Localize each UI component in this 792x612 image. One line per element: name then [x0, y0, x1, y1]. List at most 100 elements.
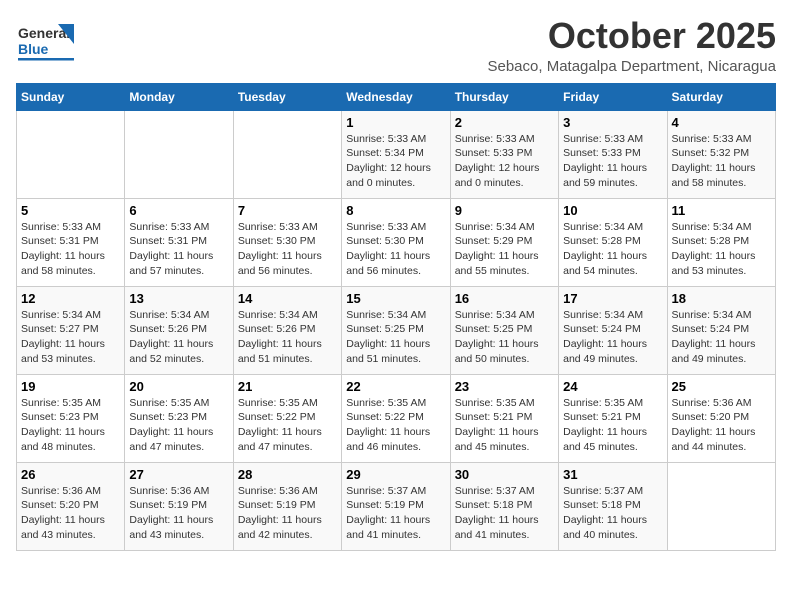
day-info: Sunrise: 5:34 AMSunset: 5:28 PMDaylight:…	[672, 220, 771, 279]
calendar-cell: 26 Sunrise: 5:36 AMSunset: 5:20 PMDayligh…	[17, 462, 125, 550]
calendar-header: SundayMondayTuesdayWednesdayThursdayFrid…	[17, 83, 776, 110]
day-number: 19	[21, 379, 120, 394]
calendar-cell	[667, 462, 775, 550]
col-header-thursday: Thursday	[450, 83, 558, 110]
calendar-cell: 13 Sunrise: 5:34 AMSunset: 5:26 PMDayligh…	[125, 286, 233, 374]
calendar-cell: 19Sunrise: 5:35 AMSunset: 5:23 PMDayligh…	[17, 374, 125, 462]
calendar-cell: 10Sunrise: 5:34 AMSunset: 5:28 PMDayligh…	[559, 198, 667, 286]
day-number: 29	[346, 467, 445, 482]
day-info: Sunrise: 5:34 AMSunset: 5:25 PMDaylight:…	[455, 308, 554, 367]
day-number: 21	[238, 379, 337, 394]
calendar-week-1: 1 Sunrise: 5:33 AMSunset: 5:34 PMDaylight…	[17, 110, 776, 198]
day-info: Sunrise: 5:34 AMSunset: 5:27 PMDaylight:…	[21, 308, 120, 367]
day-info: Sunrise: 5:34 AMSunset: 5:29 PMDaylight:…	[455, 220, 554, 279]
calendar-cell: 30 Sunrise: 5:37 AMSunset: 5:18 PMDayligh…	[450, 462, 558, 550]
day-number: 7	[238, 203, 337, 218]
location-title: Sebaco, Matagalpa Department, Nicaragua	[487, 58, 776, 75]
day-number: 23	[455, 379, 554, 394]
calendar-cell: 1 Sunrise: 5:33 AMSunset: 5:34 PMDaylight…	[342, 110, 450, 198]
calendar-cell: 14 Sunrise: 5:34 AMSunset: 5:26 PMDayligh…	[233, 286, 341, 374]
day-info: Sunrise: 5:36 AMSunset: 5:19 PMDaylight:…	[238, 484, 337, 543]
calendar-cell: 7Sunrise: 5:33 AMSunset: 5:30 PMDaylight…	[233, 198, 341, 286]
calendar-cell: 24Sunrise: 5:35 AMSunset: 5:21 PMDayligh…	[559, 374, 667, 462]
day-info: Sunrise: 5:36 AMSunset: 5:19 PMDaylight:…	[129, 484, 228, 543]
day-info: Sunrise: 5:37 AMSunset: 5:18 PMDaylight:…	[455, 484, 554, 543]
day-info: Sunrise: 5:33 AMSunset: 5:30 PMDaylight:…	[346, 220, 445, 279]
day-number: 31	[563, 467, 662, 482]
day-number: 30	[455, 467, 554, 482]
day-number: 28	[238, 467, 337, 482]
calendar-cell: 31 Sunrise: 5:37 AMSunset: 5:18 PMDayligh…	[559, 462, 667, 550]
day-number: 18	[672, 291, 771, 306]
calendar-cell: 8 Sunrise: 5:33 AMSunset: 5:30 PMDaylight…	[342, 198, 450, 286]
calendar-cell: 11 Sunrise: 5:34 AMSunset: 5:28 PMDayligh…	[667, 198, 775, 286]
day-info: Sunrise: 5:34 AMSunset: 5:24 PMDaylight:…	[672, 308, 771, 367]
calendar-cell: 23 Sunrise: 5:35 AMSunset: 5:21 PMDayligh…	[450, 374, 558, 462]
calendar-cell: 20Sunrise: 5:35 AMSunset: 5:23 PMDayligh…	[125, 374, 233, 462]
day-number: 26	[21, 467, 120, 482]
day-number: 11	[672, 203, 771, 218]
day-info: Sunrise: 5:33 AMSunset: 5:31 PMDaylight:…	[21, 220, 120, 279]
calendar-cell: 4Sunrise: 5:33 AMSunset: 5:32 PMDaylight…	[667, 110, 775, 198]
day-number: 13	[129, 291, 228, 306]
day-info: Sunrise: 5:35 AMSunset: 5:22 PMDaylight:…	[346, 396, 445, 455]
day-number: 25	[672, 379, 771, 394]
calendar-cell: 16 Sunrise: 5:34 AMSunset: 5:25 PMDayligh…	[450, 286, 558, 374]
calendar-cell: 6 Sunrise: 5:33 AMSunset: 5:31 PMDaylight…	[125, 198, 233, 286]
day-number: 12	[21, 291, 120, 306]
calendar-cell	[233, 110, 341, 198]
day-info: Sunrise: 5:36 AMSunset: 5:20 PMDaylight:…	[672, 396, 771, 455]
day-number: 16	[455, 291, 554, 306]
day-info: Sunrise: 5:35 AMSunset: 5:22 PMDaylight:…	[238, 396, 337, 455]
day-number: 24	[563, 379, 662, 394]
day-info: Sunrise: 5:34 AMSunset: 5:25 PMDaylight:…	[346, 308, 445, 367]
col-header-wednesday: Wednesday	[342, 83, 450, 110]
day-number: 10	[563, 203, 662, 218]
day-number: 14	[238, 291, 337, 306]
calendar-cell: 22 Sunrise: 5:35 AMSunset: 5:22 PMDayligh…	[342, 374, 450, 462]
day-number: 15	[346, 291, 445, 306]
day-info: Sunrise: 5:33 AMSunset: 5:33 PMDaylight:…	[563, 132, 662, 191]
day-number: 17	[563, 291, 662, 306]
day-number: 22	[346, 379, 445, 394]
day-info: Sunrise: 5:34 AMSunset: 5:26 PMDaylight:…	[238, 308, 337, 367]
calendar-cell: 12 Sunrise: 5:34 AMSunset: 5:27 PMDayligh…	[17, 286, 125, 374]
day-number: 27	[129, 467, 228, 482]
calendar-cell: 17 Sunrise: 5:34 AMSunset: 5:24 PMDayligh…	[559, 286, 667, 374]
calendar-cell: 15 Sunrise: 5:34 AMSunset: 5:25 PMDayligh…	[342, 286, 450, 374]
title-block: October 2025 Sebaco, Matagalpa Departmen…	[487, 16, 776, 75]
day-number: 5	[21, 203, 120, 218]
calendar-week-3: 12 Sunrise: 5:34 AMSunset: 5:27 PMDayligh…	[17, 286, 776, 374]
calendar-cell: 9Sunrise: 5:34 AMSunset: 5:29 PMDaylight…	[450, 198, 558, 286]
day-number: 6	[129, 203, 228, 218]
day-number: 3	[563, 115, 662, 130]
col-header-sunday: Sunday	[17, 83, 125, 110]
calendar-cell: 2Sunrise: 5:33 AMSunset: 5:33 PMDaylight…	[450, 110, 558, 198]
page-header: General Blue October 2025 Sebaco, Mataga…	[16, 16, 776, 75]
month-title: October 2025	[487, 16, 776, 56]
day-info: Sunrise: 5:34 AMSunset: 5:24 PMDaylight:…	[563, 308, 662, 367]
day-info: Sunrise: 5:35 AMSunset: 5:23 PMDaylight:…	[129, 396, 228, 455]
day-info: Sunrise: 5:36 AMSunset: 5:20 PMDaylight:…	[21, 484, 120, 543]
day-info: Sunrise: 5:33 AMSunset: 5:33 PMDaylight:…	[455, 132, 554, 191]
day-info: Sunrise: 5:34 AMSunset: 5:26 PMDaylight:…	[129, 308, 228, 367]
day-info: Sunrise: 5:37 AMSunset: 5:19 PMDaylight:…	[346, 484, 445, 543]
calendar-table: SundayMondayTuesdayWednesdayThursdayFrid…	[16, 83, 776, 551]
day-info: Sunrise: 5:37 AMSunset: 5:18 PMDaylight:…	[563, 484, 662, 543]
svg-text:Blue: Blue	[18, 41, 49, 57]
calendar-week-2: 5 Sunrise: 5:33 AMSunset: 5:31 PMDaylight…	[17, 198, 776, 286]
calendar-week-4: 19 Sunrise: 5:35 AMSunset: 5:23 PMDayligh…	[17, 374, 776, 462]
col-header-tuesday: Tuesday	[233, 83, 341, 110]
day-info: Sunrise: 5:33 AMSunset: 5:31 PMDaylight:…	[129, 220, 228, 279]
col-header-saturday: Saturday	[667, 83, 775, 110]
day-info: Sunrise: 5:35 AMSunset: 5:21 PMDaylight:…	[455, 396, 554, 455]
logo-svg: General Blue	[16, 16, 76, 66]
day-info: Sunrise: 5:33 AMSunset: 5:32 PMDaylight:…	[672, 132, 771, 191]
calendar-cell: 27 Sunrise: 5:36 AMSunset: 5:19 PMDayligh…	[125, 462, 233, 550]
day-info: Sunrise: 5:33 AMSunset: 5:34 PMDaylight:…	[346, 132, 445, 191]
calendar-cell: 18 Sunrise: 5:34 AMSunset: 5:24 PMDayligh…	[667, 286, 775, 374]
calendar-week-5: 26 Sunrise: 5:36 AMSunset: 5:20 PMDayligh…	[17, 462, 776, 550]
calendar-cell: 25 Sunrise: 5:36 AMSunset: 5:20 PMDayligh…	[667, 374, 775, 462]
day-number: 8	[346, 203, 445, 218]
day-number: 1	[346, 115, 445, 130]
